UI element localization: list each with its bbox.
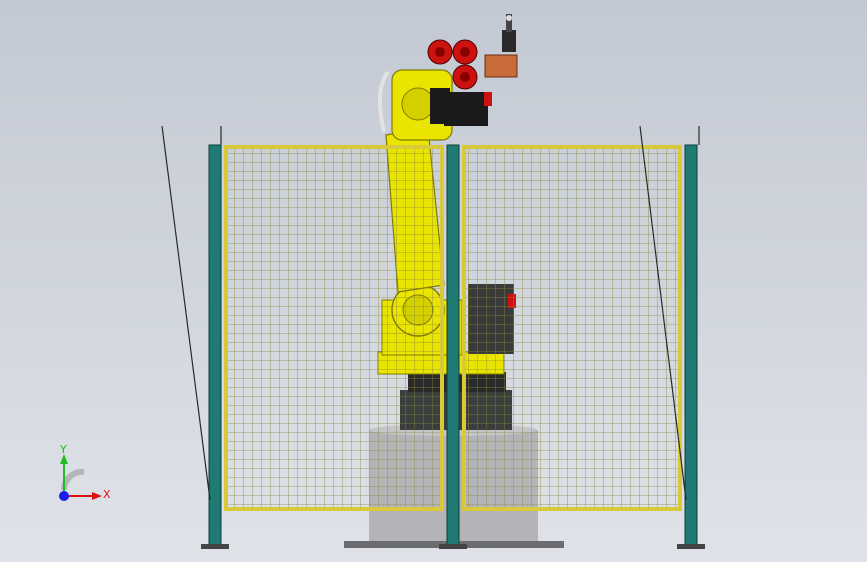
axis-y-label: Y <box>60 443 67 456</box>
robot-gripper <box>484 14 518 78</box>
fence-panel-left <box>224 145 444 511</box>
coordinate-triad-icon <box>59 454 102 501</box>
robot-cell-model[interactable] <box>0 0 867 562</box>
robot-upper-arm <box>377 69 453 141</box>
fence-panel-right <box>462 145 682 511</box>
axis-x-label: X <box>103 488 111 501</box>
cad-viewport[interactable]: Y X <box>0 0 867 562</box>
